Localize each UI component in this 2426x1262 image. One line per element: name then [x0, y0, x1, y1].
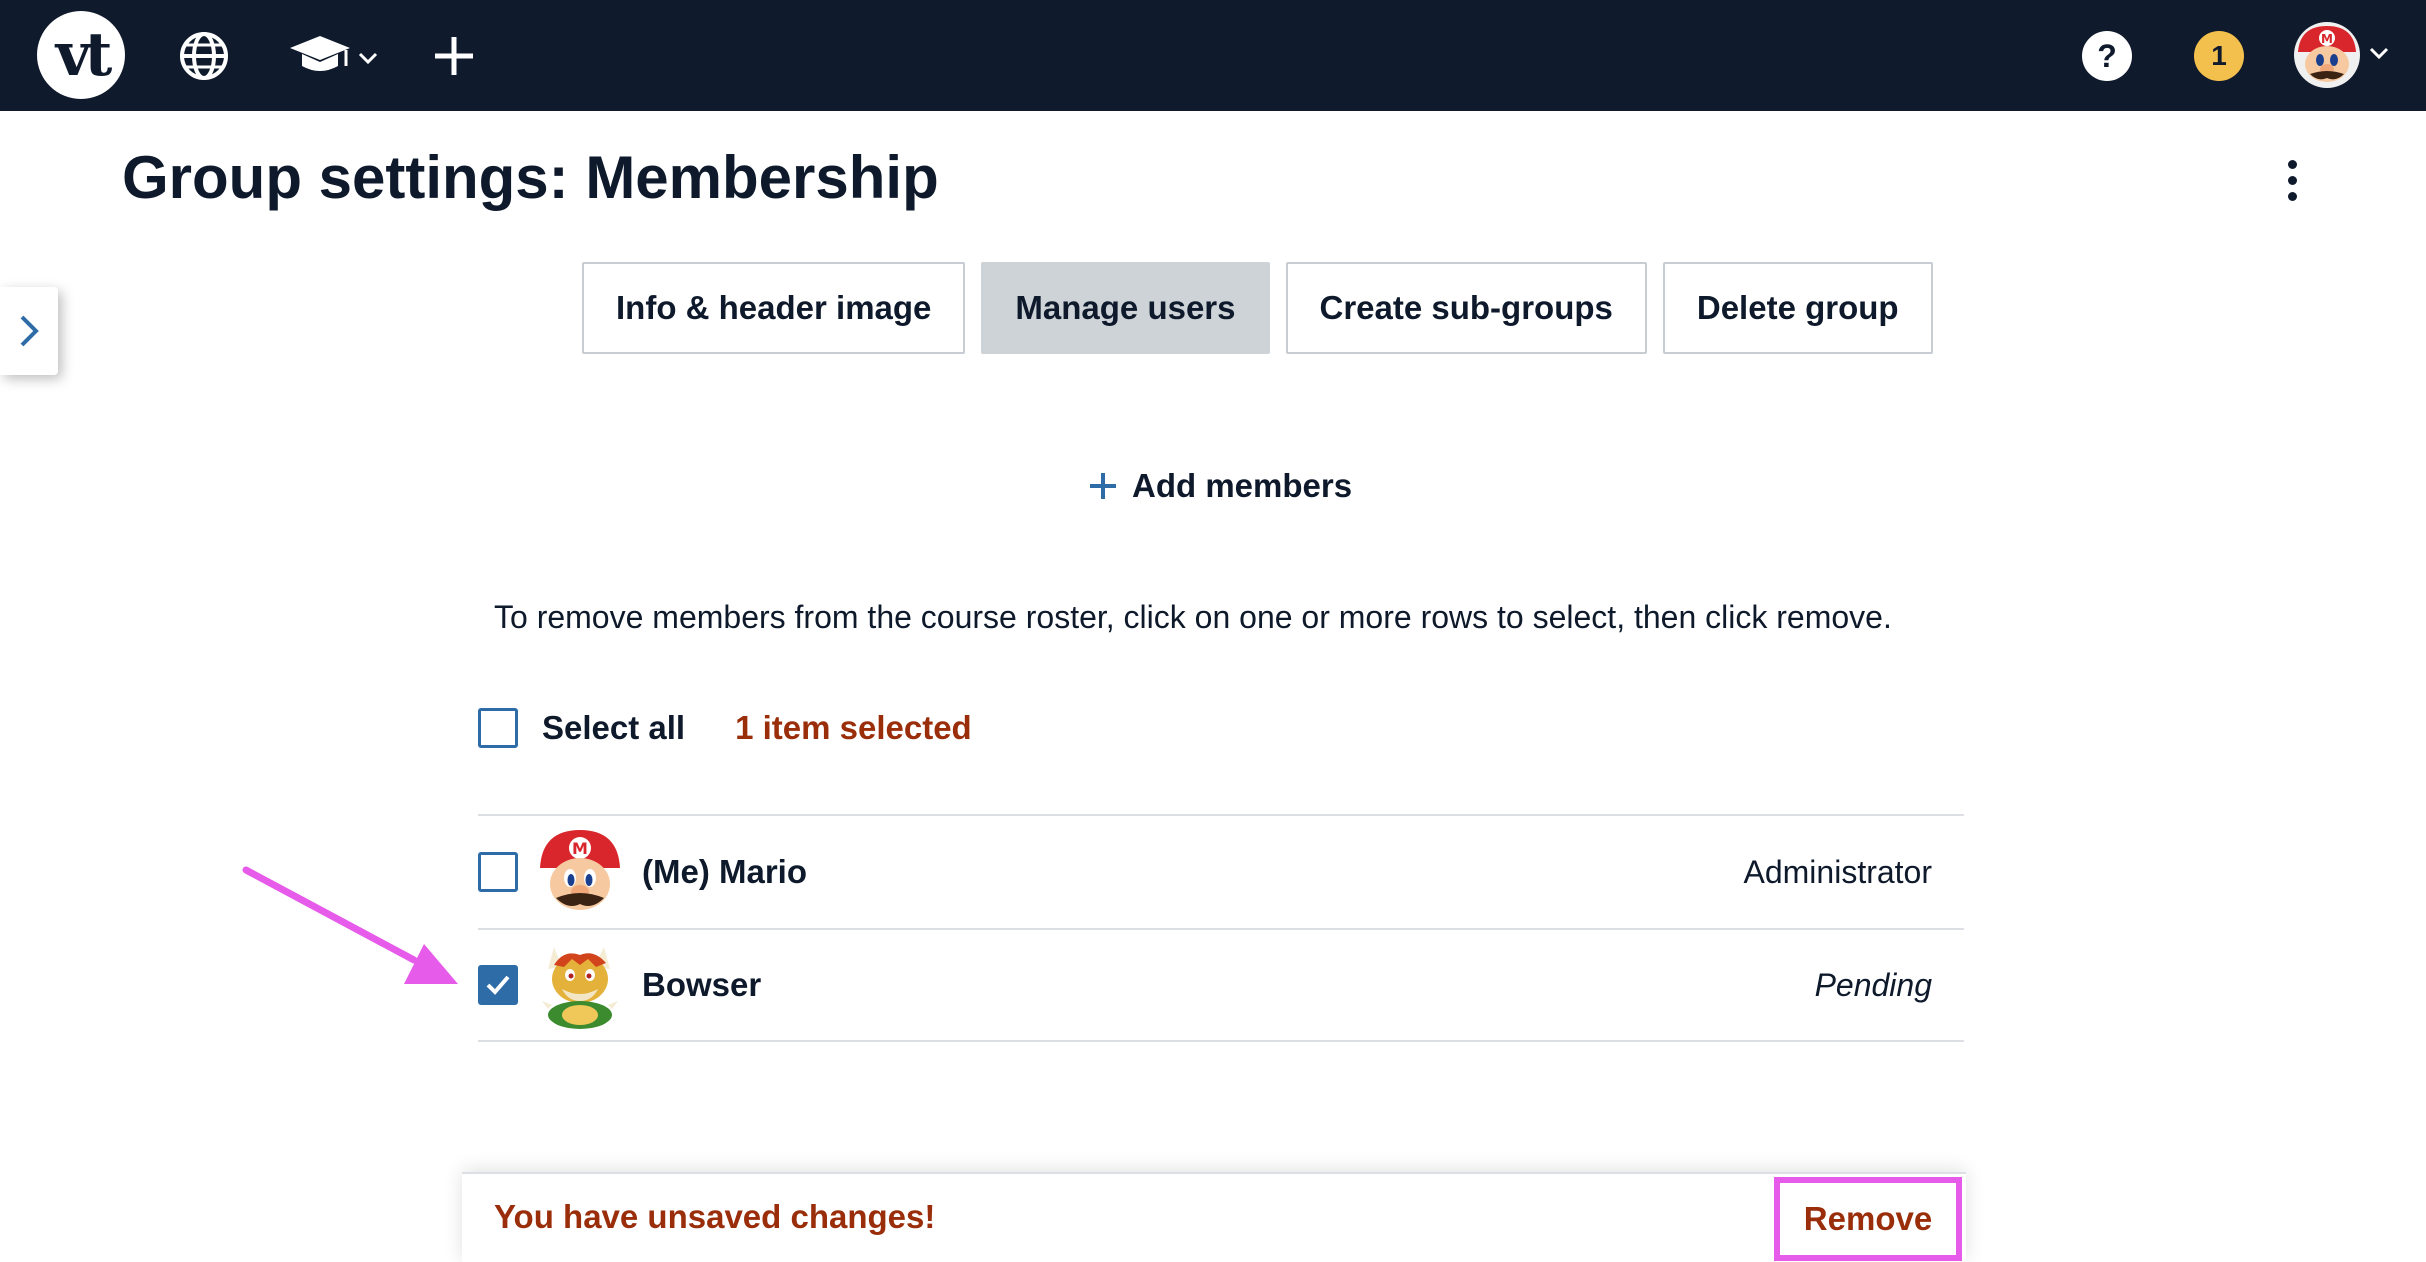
annotation-arrow-icon [242, 866, 458, 984]
chevron-down-icon [2369, 47, 2389, 60]
unsaved-changes-bar: You have unsaved changes! Remove [462, 1172, 1966, 1262]
page-title: Group settings: Membership [122, 144, 939, 211]
graduation-cap-icon [290, 36, 350, 71]
tab-manage-users[interactable]: Manage users [981, 262, 1270, 354]
chevron-down-icon [358, 52, 378, 65]
selected-count: 1 item selected [735, 709, 972, 746]
tab-info-header-image[interactable]: Info & header image [582, 262, 966, 354]
add-members-label: Add members [1132, 467, 1353, 504]
plus-icon[interactable] [428, 30, 480, 82]
plus-icon [1090, 473, 1116, 499]
add-members-button[interactable]: Add members [1088, 460, 1352, 512]
user-menu[interactable]: M [2294, 22, 2394, 88]
tab-create-sub-groups[interactable]: Create sub-groups [1285, 262, 1647, 354]
select-all-checkbox[interactable] [478, 708, 518, 748]
select-all-label[interactable]: Select all [542, 709, 685, 747]
avatar: M [534, 826, 626, 918]
chevron-right-icon [20, 315, 39, 347]
user-avatar[interactable]: M [2294, 22, 2360, 88]
member-checkbox[interactable] [478, 852, 518, 892]
member-role: Pending [1814, 966, 1932, 1003]
member-name: Bowser [642, 966, 762, 1003]
notification-badge[interactable]: 1 [2194, 31, 2244, 81]
remove-button[interactable]: Remove [1774, 1177, 1962, 1261]
avatar [534, 939, 626, 1031]
top-navbar: vt ? 1 M [0, 0, 2426, 111]
drawer-toggle-button[interactable] [0, 287, 58, 375]
member-checkbox[interactable] [478, 965, 518, 1005]
member-name: (Me) Mario [642, 853, 807, 890]
tab-delete-group[interactable]: Delete group [1662, 262, 1933, 354]
instructions-text: To remove members from the course roster… [494, 599, 1892, 635]
svg-text:M: M [2321, 32, 2333, 46]
checkmark-icon [486, 975, 510, 995]
more-options-icon[interactable] [2272, 150, 2312, 210]
svg-text:M: M [572, 839, 588, 858]
unsaved-changes-message: You have unsaved changes! [494, 1198, 936, 1235]
settings-tabs: Info & header image Manage users Create … [582, 262, 1933, 354]
logo[interactable]: vt [37, 11, 125, 99]
graduation-cap-menu[interactable] [290, 32, 382, 82]
list-item[interactable]: Bowser Pending [478, 928, 1964, 1042]
globe-icon[interactable] [176, 28, 232, 84]
member-role: Administrator [1743, 853, 1933, 890]
member-list: M (Me) Mario Administrator Bowser Pendin… [478, 814, 1964, 1042]
list-item[interactable]: M (Me) Mario Administrator [478, 814, 1964, 928]
select-all-row: Select all 1 item selected [478, 700, 972, 756]
help-icon[interactable]: ? [2082, 31, 2132, 81]
